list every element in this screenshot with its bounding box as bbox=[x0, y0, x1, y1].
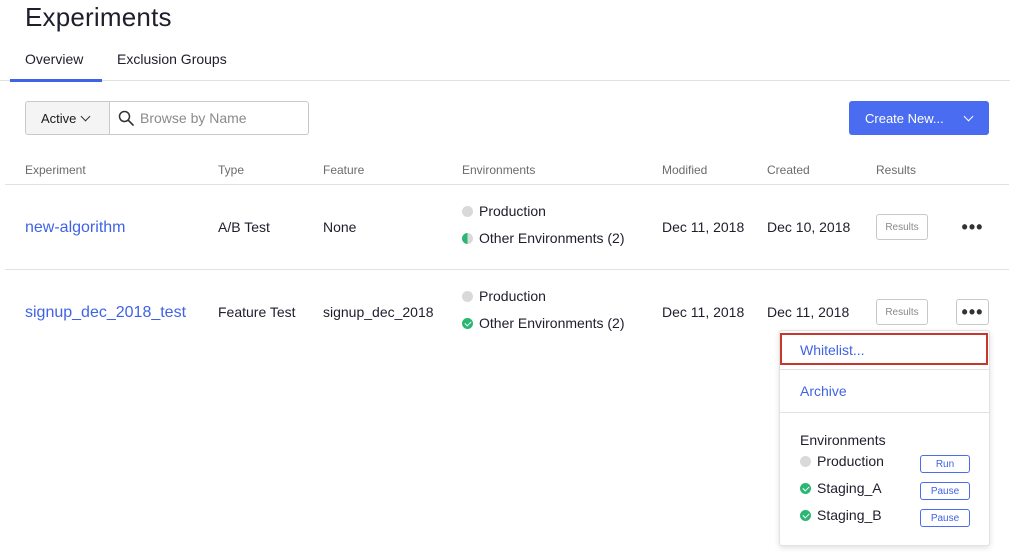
chevron-down-icon bbox=[963, 111, 974, 122]
environment-label: Staging_B bbox=[817, 507, 882, 523]
more-actions-icon[interactable]: ••• bbox=[956, 299, 989, 325]
experiment-link[interactable]: signup_dec_2018_test bbox=[25, 304, 186, 322]
created-date: Dec 11, 2018 bbox=[767, 304, 850, 320]
row-actions-menu: Whitelist... Archive Environments Produc… bbox=[779, 330, 990, 546]
column-header-feature[interactable]: Feature bbox=[323, 163, 364, 177]
status-filter-dropdown[interactable]: Active bbox=[25, 101, 110, 135]
status-off-icon bbox=[800, 455, 811, 467]
run-button[interactable]: Run bbox=[920, 455, 970, 473]
pause-button[interactable]: Pause bbox=[920, 482, 970, 500]
search-input[interactable] bbox=[140, 110, 300, 126]
chevron-down-icon bbox=[80, 111, 91, 121]
search-icon bbox=[118, 110, 134, 126]
row-divider bbox=[5, 269, 1009, 270]
environment-label: Staging_A bbox=[817, 480, 882, 496]
tab-exclusion-groups[interactable]: Exclusion Groups bbox=[117, 51, 227, 67]
page-title: Experiments bbox=[25, 2, 172, 32]
status-partial-icon bbox=[462, 232, 473, 244]
menu-divider bbox=[780, 412, 989, 413]
menu-divider bbox=[780, 369, 989, 370]
environment-label: Other Environments (2) bbox=[479, 315, 625, 331]
environment-label: Production bbox=[479, 203, 546, 219]
create-new-button[interactable]: Create New... bbox=[849, 101, 989, 135]
results-button[interactable]: Results bbox=[876, 214, 928, 240]
environment-status: Production bbox=[462, 288, 546, 304]
environment-status: Production bbox=[462, 203, 546, 219]
experiment-type: A/B Test bbox=[218, 219, 270, 235]
tab-bar: Overview Exclusion Groups bbox=[0, 42, 1010, 82]
experiment-type: Feature Test bbox=[218, 304, 296, 320]
more-actions-icon[interactable]: ••• bbox=[956, 214, 989, 240]
column-header-environments[interactable]: Environments bbox=[462, 163, 535, 177]
modified-date: Dec 11, 2018 bbox=[662, 219, 745, 235]
tab-overview[interactable]: Overview bbox=[25, 51, 83, 67]
experiment-link[interactable]: new-algorithm bbox=[25, 219, 125, 237]
status-running-icon bbox=[800, 509, 811, 521]
environment-status: Other Environments (2) bbox=[462, 230, 625, 246]
created-date: Dec 10, 2018 bbox=[767, 219, 851, 235]
environment-label: Production bbox=[479, 288, 546, 304]
menu-item-archive[interactable]: Archive bbox=[780, 383, 989, 399]
status-filter-label: Active bbox=[41, 110, 77, 126]
column-header-created[interactable]: Created bbox=[767, 163, 810, 177]
menu-environment-row: Production bbox=[800, 453, 884, 469]
create-new-label: Create New... bbox=[865, 110, 944, 126]
column-header-experiment[interactable]: Experiment bbox=[25, 163, 86, 177]
status-running-icon bbox=[462, 317, 473, 329]
column-header-modified[interactable]: Modified bbox=[662, 163, 707, 177]
menu-environments-heading: Environments bbox=[800, 432, 886, 448]
environment-label: Production bbox=[817, 453, 884, 469]
experiment-feature: None bbox=[323, 219, 357, 235]
pause-button[interactable]: Pause bbox=[920, 509, 970, 527]
experiment-feature: signup_dec_2018 bbox=[323, 304, 434, 320]
environment-status: Other Environments (2) bbox=[462, 315, 625, 331]
status-off-icon bbox=[462, 290, 473, 302]
search-box bbox=[109, 101, 309, 135]
modified-date: Dec 11, 2018 bbox=[662, 304, 745, 320]
menu-environment-row: Staging_B bbox=[800, 507, 882, 523]
menu-environment-row: Staging_A bbox=[800, 480, 882, 496]
environment-label: Other Environments (2) bbox=[479, 230, 625, 246]
header-divider bbox=[5, 184, 1009, 185]
active-tab-indicator bbox=[10, 79, 102, 82]
status-running-icon bbox=[800, 482, 811, 494]
status-off-icon bbox=[462, 205, 473, 217]
column-header-results: Results bbox=[876, 163, 917, 177]
results-button[interactable]: Results bbox=[876, 299, 928, 325]
menu-item-whitelist[interactable]: Whitelist... bbox=[780, 333, 988, 365]
column-header-type[interactable]: Type bbox=[218, 163, 244, 177]
